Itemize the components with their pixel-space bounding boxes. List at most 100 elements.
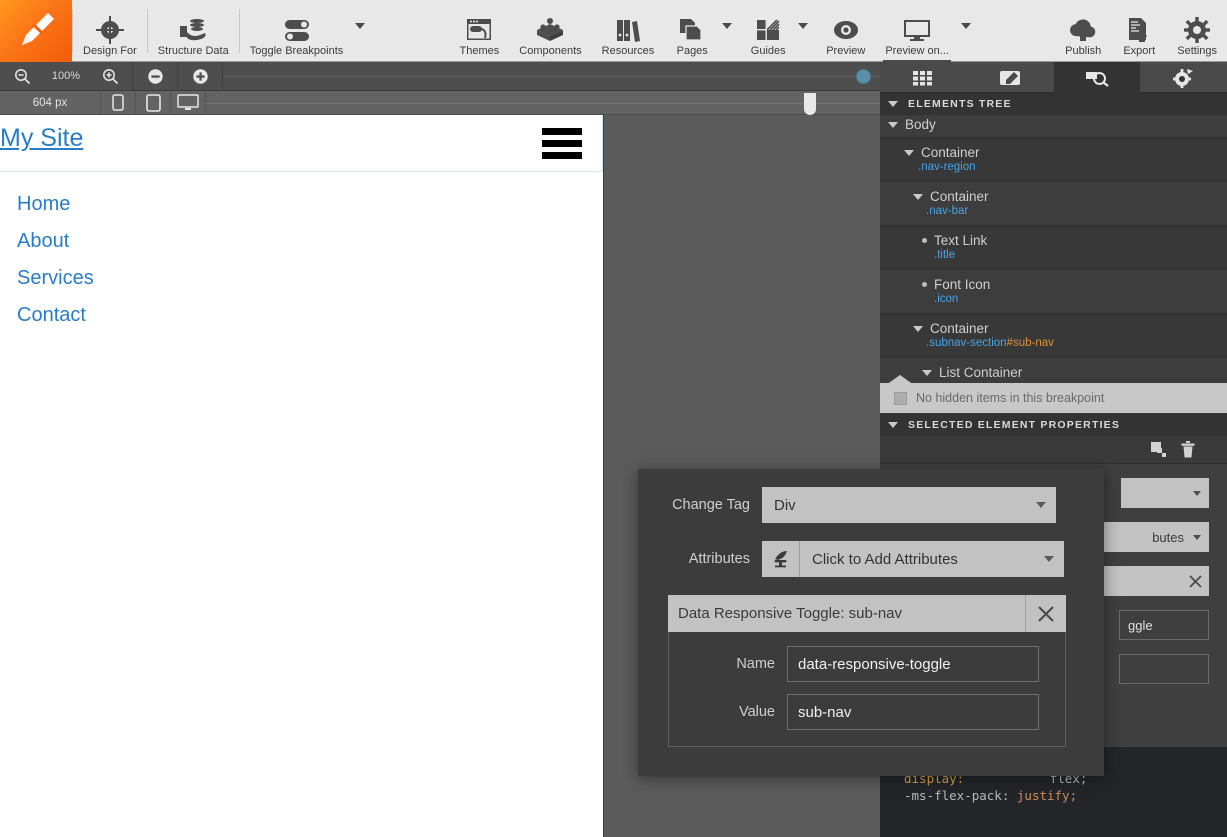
property-name-input[interactable]: ggle [1119,610,1209,640]
tree-node-text-link[interactable]: Text Link .title [880,226,1227,270]
duplicate-icon[interactable] [1151,441,1167,458]
breakpoint-slider[interactable] [223,62,880,91]
elements-tree-header[interactable]: ELEMENTS TREE [880,93,1227,115]
zoom-in-button[interactable] [88,62,132,91]
list-item[interactable]: Services [0,260,603,297]
app-logo[interactable] [0,0,72,62]
hidden-items-checkbox[interactable] [894,391,907,405]
toolbar-themes[interactable]: Themes [450,0,510,62]
breakpoint-remove-button[interactable] [133,62,177,91]
list-item[interactable]: About [0,223,603,260]
guides-caret[interactable] [796,0,816,62]
property-value-input[interactable] [1119,654,1209,684]
elements-tree-title: ELEMENTS TREE [908,98,1012,110]
toolbar-publish-label: Publish [1065,45,1102,57]
tab-edit[interactable] [967,62,1054,93]
toolbar-export[interactable]: Export [1111,0,1167,62]
attribute-name-label: Name [736,656,775,672]
chevron-down-icon [888,121,898,128]
trash-icon[interactable] [1181,441,1195,458]
tree-node-nav-bar[interactable]: Container .nav-bar [880,182,1227,226]
chevron-down-icon [913,325,923,332]
nav-link-home[interactable]: Home [17,193,70,215]
pages-icon [678,15,706,45]
resize-grip-icon[interactable] [886,375,914,385]
nav-link-about[interactable]: About [17,230,69,252]
zoom-out-button[interactable] [0,62,44,91]
nav-link-services[interactable]: Services [17,267,94,289]
list-item[interactable]: Home [0,186,603,223]
hamburger-icon[interactable] [542,123,582,159]
toolbar-design-for[interactable]: Design For [73,0,147,62]
site-preview[interactable]: My Site Home About Services Contact [0,115,604,837]
tree-node-label: Container [930,321,989,336]
tree-node-nav-region[interactable]: Container .nav-region [880,138,1227,182]
subnav-section: Home About Services Contact [0,172,603,334]
toolbar-settings[interactable]: Settings [1167,0,1227,62]
tree-node-body[interactable]: Body [880,115,1227,138]
toggle-breakpoints-caret[interactable] [353,0,373,62]
toolbar-publish[interactable]: Publish [1055,0,1111,62]
tab-settings[interactable] [1140,62,1227,93]
tree-node-label: Body [905,117,936,132]
tree-node-label: List Container [939,365,1023,380]
tree-node-font-icon[interactable]: Font Icon .icon [880,270,1227,314]
nav-link-contact[interactable]: Contact [17,304,86,326]
toolbar-structure-data[interactable]: Structure Data [148,0,239,62]
toolbar-guides[interactable]: Guides [740,0,796,62]
structure-data-icon [178,15,208,45]
property-tag-select[interactable] [1121,478,1209,508]
attribute-name-input[interactable]: data-responsive-toggle [787,646,1039,682]
tab-grid[interactable] [880,62,967,93]
components-icon [535,15,565,45]
chevron-down-icon [1044,556,1054,562]
device-desktop-button[interactable] [171,91,205,115]
publish-cloud-icon [1067,15,1099,45]
toolbar-pages[interactable]: Pages [664,0,720,62]
settings-gear-icon [1183,15,1211,45]
list-item[interactable]: Contact [0,297,603,334]
attribute-value-value: sub-nav [798,703,852,721]
toolbar-components[interactable]: Components [509,0,591,62]
toolbar-preview-on[interactable]: Preview on... [875,0,959,62]
device-tablet-button[interactable] [136,91,170,115]
close-x-icon [1038,605,1054,622]
code-value: justify; [1016,788,1078,803]
attribute-chip-close-button[interactable] [1025,595,1066,632]
zoom-level-label: 100% [51,70,81,82]
change-tag-row: Change Tag Div [638,487,1104,523]
property-chip-close[interactable] [1181,574,1209,589]
zoom-out-magnifier-icon [14,68,30,84]
attribute-value-row: Value sub-nav [669,694,1065,730]
device-phone-button[interactable] [101,91,135,115]
property-attributes-select[interactable]: butes [1097,522,1209,552]
attributes-select[interactable]: Click to Add Attributes [800,541,1064,577]
toolbar-center-group: Themes Components Resources Pages Guides… [450,0,979,62]
code-prop: -ms-flex-pack: [904,788,1010,803]
attributes-pen-button[interactable] [762,541,800,577]
site-title-link[interactable]: My Site [0,123,83,153]
hamburger-bar [542,152,582,159]
attributes-modal[interactable]: Change Tag Div Attributes Click to Add A… [638,469,1104,776]
canvas-width-label: 604 px [32,96,68,109]
toolbar-spacer-right [979,0,1055,61]
pages-caret[interactable] [720,0,740,62]
breakpoint-ruler[interactable] [206,91,880,115]
breakpoint-add-button[interactable] [178,62,222,91]
hidden-items-bar[interactable]: No hidden items in this breakpoint [880,375,1227,413]
breakpoint-handle[interactable] [804,92,816,115]
toolbar-toggle-breakpoints[interactable]: Toggle Breakpoints [240,0,354,62]
tree-node-label: Container [930,189,989,204]
toolbar-export-label: Export [1123,45,1156,57]
preview-on-caret[interactable] [959,0,979,62]
toolbar-design-for-label: Design For [83,45,137,57]
change-tag-select[interactable]: Div [762,487,1056,523]
tree-node-selector: .nav-region [918,161,976,173]
selected-properties-header[interactable]: SELECTED ELEMENT PROPERTIES [880,414,1227,436]
attribute-value-input[interactable]: sub-nav [787,694,1039,730]
toolbar-preview[interactable]: Preview [816,0,875,62]
toolbar-resources[interactable]: Resources [592,0,665,62]
tab-inspect[interactable] [1053,62,1141,93]
slider-handle[interactable] [856,68,871,84]
tree-node-subnav-section[interactable]: Container .subnav-section#sub-nav [880,314,1227,358]
